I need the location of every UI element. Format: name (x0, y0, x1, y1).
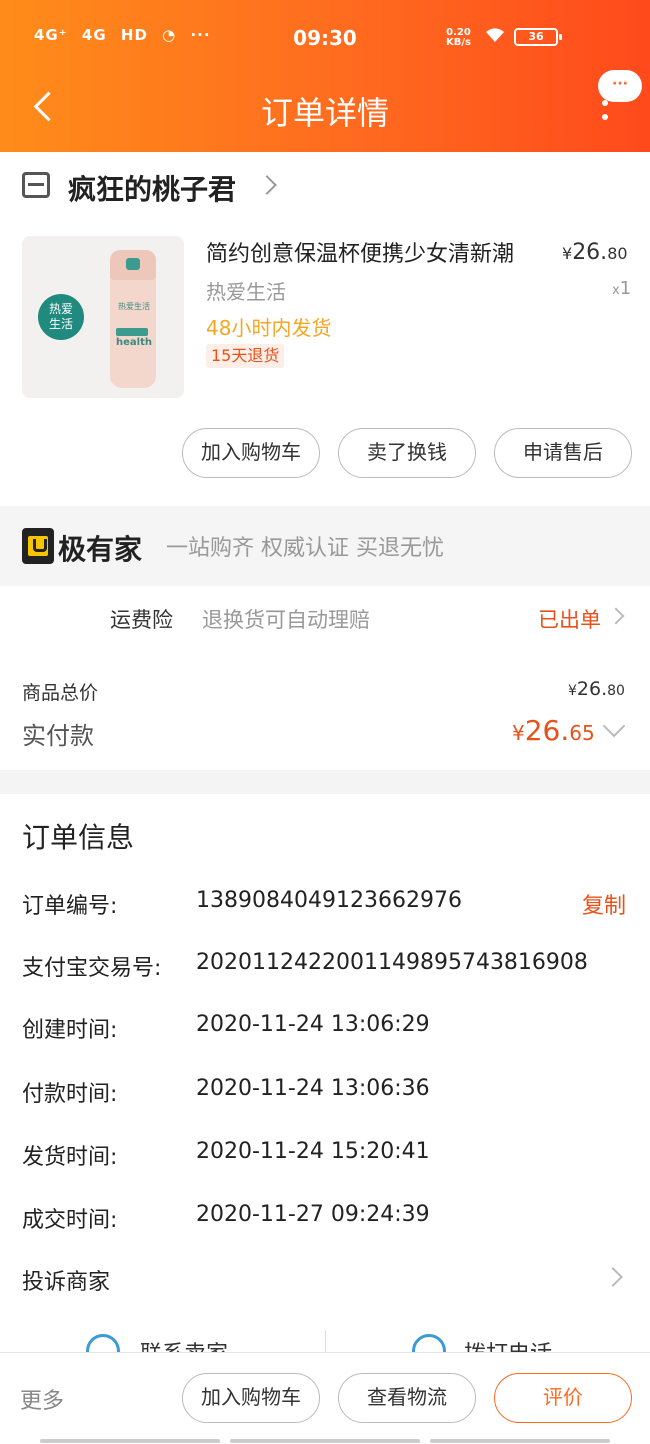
status-bar: 4G⁺ 4G HD ◔ ··· 09:30 0.20 KB/s 36 (0, 0, 650, 76)
completed-time-label: 成交时间: (22, 1208, 118, 1233)
completed-time-value: 2020-11-27 09:24:39 (196, 1202, 430, 1227)
review-button[interactable]: 评价 (494, 1373, 632, 1423)
sell-button[interactable]: 卖了换钱 (338, 428, 476, 478)
order-number-row: 订单编号: 1389084049123662976 复制 (0, 888, 650, 928)
more-bubble[interactable]: ··· (598, 70, 642, 102)
jiyoujia-logo-icon (22, 528, 54, 564)
cup-health-label: health (116, 337, 152, 348)
paid-dec: 65 (569, 721, 595, 745)
price-currency: ¥ (562, 244, 573, 263)
paid-time-label: 付款时间: (22, 1082, 118, 1107)
shipped-time-value: 2020-11-24 15:20:41 (196, 1139, 430, 1164)
view-logistics-button[interactable]: 查看物流 (338, 1373, 476, 1423)
shipping-insurance-desc: 退换货可自动理赔 (202, 608, 370, 632)
jiyoujia-banner[interactable]: 极有家 一站购齐 权威认证 买退无忧 (0, 506, 650, 586)
subtotal-label: 商品总价 (22, 682, 99, 704)
add-to-cart-button-bottom[interactable]: 加入购物车 (182, 1373, 320, 1423)
paid-currency: ¥ (512, 721, 525, 745)
more-button[interactable]: 更多 (20, 1383, 64, 1415)
jiyoujia-slogan: 一站购齐 权威认证 买退无忧 (166, 536, 444, 561)
shipping-insurance-status[interactable]: 已出单 (538, 604, 601, 634)
network-speed: 0.20 KB/s (446, 28, 471, 48)
wifi-icon (484, 26, 506, 49)
product-sku: 热爱生活 (206, 280, 286, 304)
chevron-right-icon[interactable] (603, 1267, 623, 1287)
complain-seller-link[interactable]: 投诉商家 (22, 1264, 110, 1296)
price-summary: 运费险 退换货可自动理赔 已出单 商品总价 ¥26.80 实付款 ¥26.65 (0, 586, 650, 770)
jiyoujia-name: 极有家 (58, 533, 143, 566)
copy-button[interactable]: 复制 (582, 888, 626, 920)
qty-x: x (612, 283, 620, 298)
order-item-card: 疯狂的桃子君 热爱生活 health 热爱 生活 简约创意保温杯便携少女清新潮 … (0, 152, 650, 506)
store-icon (22, 172, 50, 198)
more-menu-icon[interactable] (602, 100, 610, 126)
product-price: ¥26.80 (562, 240, 628, 265)
paid-time-row: 付款时间: 2020-11-24 13:06:36 (0, 1076, 650, 1116)
order-info-title: 订单信息 (22, 821, 135, 854)
paid-label: 实付款 (22, 722, 94, 750)
product-title[interactable]: 简约创意保温杯便携少女清新潮 (206, 236, 514, 268)
subtotal-dec: 80 (607, 683, 625, 699)
add-to-cart-button[interactable]: 加入购物车 (182, 428, 320, 478)
subtotal-currency: ¥ (568, 683, 577, 699)
created-time-row: 创建时间: 2020-11-24 13:06:29 (0, 1012, 650, 1052)
store-name[interactable]: 疯狂的桃子君 (68, 168, 236, 208)
created-time-value: 2020-11-24 13:06:29 (196, 1012, 430, 1037)
order-info-section: 订单信息 订单编号: 1389084049123662976 复制 支付宝交易号… (0, 794, 650, 1356)
chevron-right-icon[interactable] (607, 607, 625, 625)
page-title: 订单详情 (260, 94, 389, 132)
paid-int: 26. (524, 714, 570, 747)
product-badge: 热爱 生活 (38, 294, 84, 340)
completed-time-row: 成交时间: 2020-11-27 09:24:39 (0, 1202, 650, 1242)
cup-button (126, 258, 140, 270)
shipping-note: 48小时内发货 (206, 316, 332, 340)
subtotal-value: ¥26.80 (568, 678, 625, 700)
alipay-trade-label: 支付宝交易号: (22, 956, 162, 981)
battery-icon: 36 (514, 28, 562, 46)
alipay-trade-value: 2020112422001149895743816908 (196, 950, 588, 975)
paid-value: ¥26.65 (512, 714, 595, 747)
product-quantity: x1 (612, 278, 631, 299)
price-dec: 80 (607, 244, 628, 263)
return-policy-tag: 15天退货 (206, 344, 285, 368)
app-header: 4G⁺ 4G HD ◔ ··· 09:30 0.20 KB/s 36 订单详情 … (0, 0, 650, 152)
network-speed-unit: KB/s (446, 37, 471, 48)
shipped-time-label: 发货时间: (22, 1145, 118, 1170)
product-image[interactable]: 热爱生活 health 热爱 生活 (22, 236, 184, 398)
subtotal-int: 26. (576, 678, 608, 700)
cup-band (116, 328, 148, 336)
qty-value: 1 (619, 278, 632, 299)
chevron-right-icon (257, 175, 277, 195)
shipping-insurance-label: 运费险 (110, 608, 173, 632)
order-number-label: 订单编号: (22, 894, 118, 919)
gesture-bar (0, 1439, 650, 1443)
order-number-value: 1389084049123662976 (196, 888, 462, 913)
shipped-time-row: 发货时间: 2020-11-24 15:20:41 (0, 1139, 650, 1179)
created-time-label: 创建时间: (22, 1018, 118, 1043)
alipay-trade-row: 支付宝交易号: 2020112422001149895743816908 (0, 950, 650, 990)
bottom-action-bar: 更多 加入购物车 查看物流 评价 (0, 1352, 650, 1444)
product-badge-text: 热爱 生活 (48, 302, 73, 331)
chevron-down-icon[interactable] (602, 714, 626, 738)
price-int: 26. (572, 240, 608, 265)
cup-label: 热爱生活 (118, 302, 150, 311)
paid-time-value: 2020-11-24 13:06:36 (196, 1076, 430, 1101)
after-sale-button[interactable]: 申请售后 (494, 428, 632, 478)
